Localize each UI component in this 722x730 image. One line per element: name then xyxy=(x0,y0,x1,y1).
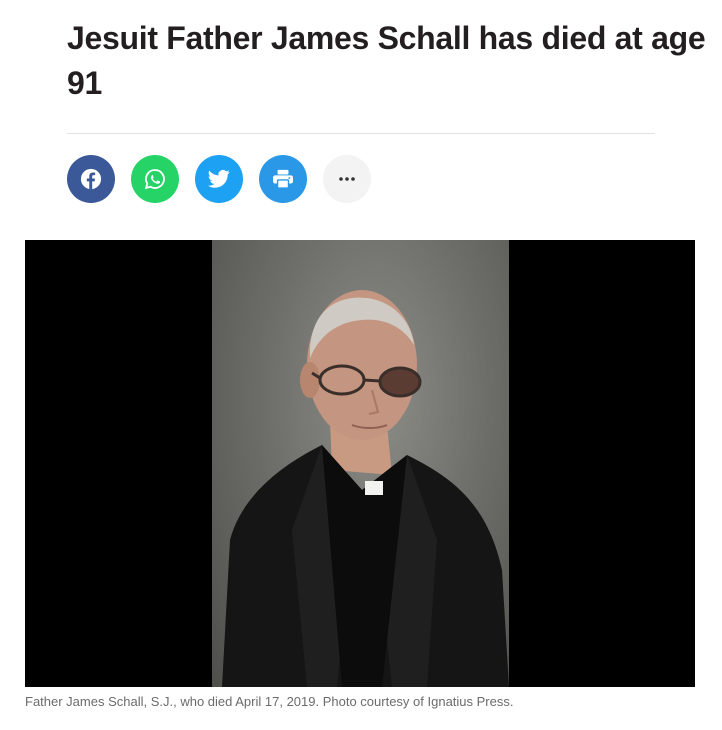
article-photo xyxy=(25,240,695,687)
share-bar xyxy=(67,155,371,203)
more-icon xyxy=(338,177,356,181)
article-headline: Jesuit Father James Schall has died at a… xyxy=(67,20,706,101)
twitter-share-button[interactable] xyxy=(195,155,243,203)
print-button[interactable] xyxy=(259,155,307,203)
twitter-icon xyxy=(208,169,230,189)
facebook-icon xyxy=(80,168,102,190)
whatsapp-icon xyxy=(144,168,166,190)
headline-divider xyxy=(67,133,655,134)
print-icon xyxy=(272,169,294,189)
facebook-share-button[interactable] xyxy=(67,155,115,203)
portrait-photo xyxy=(212,240,509,687)
whatsapp-share-button[interactable] xyxy=(131,155,179,203)
priest-portrait-illustration xyxy=(222,290,509,687)
photo-caption: Father James Schall, S.J., who died Apri… xyxy=(25,694,514,709)
more-share-options-button[interactable] xyxy=(323,155,371,203)
